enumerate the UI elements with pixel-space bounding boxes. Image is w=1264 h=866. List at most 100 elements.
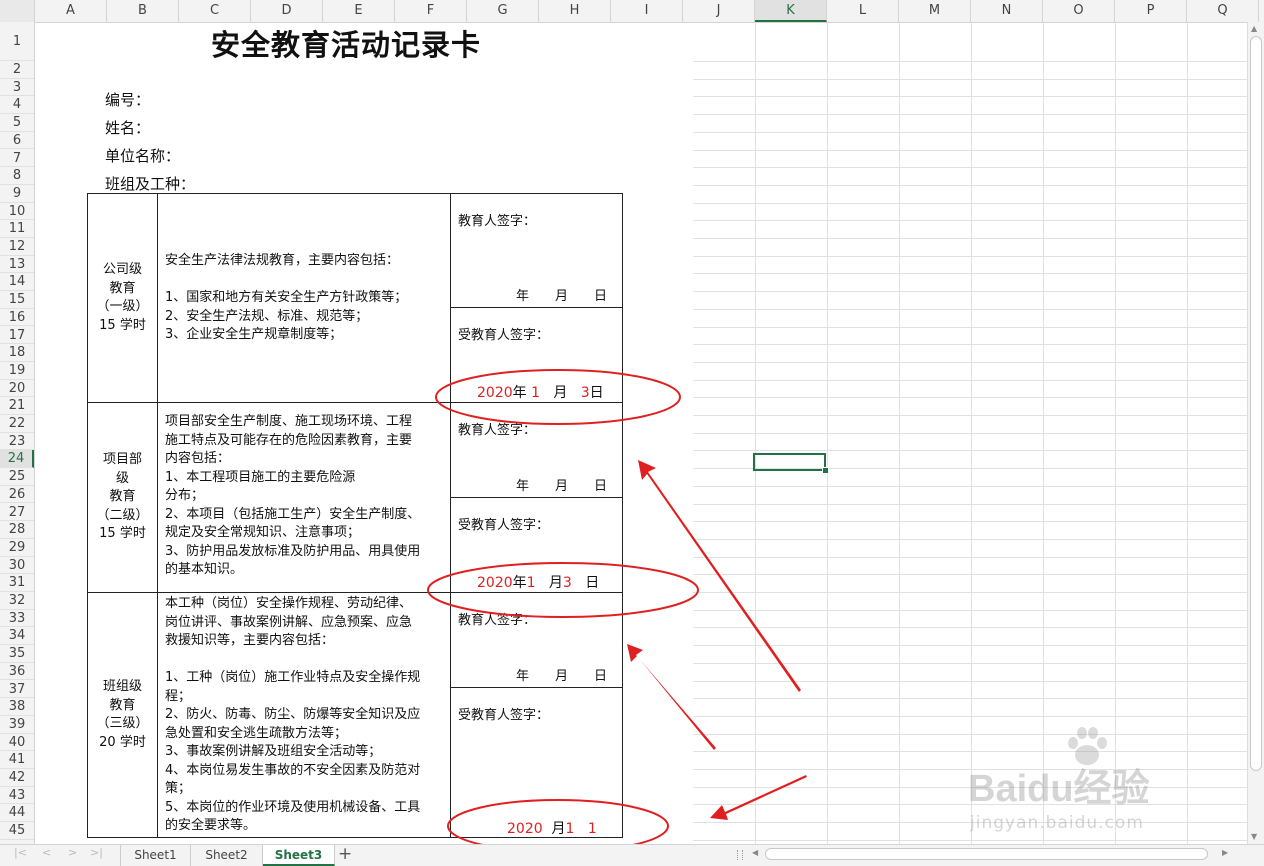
row-header-10[interactable]: 10 — [0, 203, 34, 221]
horizontal-scroll-thumb[interactable] — [765, 848, 1208, 860]
row-header-21[interactable]: 21 — [0, 397, 34, 415]
column-header-g[interactable]: G — [467, 0, 539, 22]
sheet-tab-sheet1[interactable]: Sheet1 — [120, 845, 191, 866]
row-header-24[interactable]: 24 — [0, 450, 34, 469]
row-header-27[interactable]: 27 — [0, 504, 34, 522]
hscroll-left-icon[interactable]: ◀ — [752, 848, 758, 857]
column-header-n[interactable]: N — [971, 0, 1043, 22]
column-header-e[interactable]: E — [323, 0, 395, 22]
column-header-k[interactable]: K — [755, 0, 827, 22]
gridline-horizontal — [693, 662, 1249, 664]
row-header-4[interactable]: 4 — [0, 96, 34, 115]
row-header-9[interactable]: 9 — [0, 185, 34, 203]
level-line: 15 学时 — [99, 526, 146, 541]
scroll-up-icon[interactable]: ▲ — [1251, 24, 1257, 33]
row-header-44[interactable]: 44 — [0, 804, 34, 823]
vertical-scroll-thumb[interactable] — [1250, 36, 1262, 771]
gridline-horizontal — [693, 538, 1249, 540]
row-header-14[interactable]: 14 — [0, 273, 34, 292]
row-header-6[interactable]: 6 — [0, 132, 34, 150]
content-line — [165, 651, 420, 670]
row-header-17[interactable]: 17 — [0, 327, 34, 345]
row-header-43[interactable]: 43 — [0, 787, 34, 805]
row-header-1[interactable]: 1 — [0, 22, 34, 61]
column-header-i[interactable]: I — [611, 0, 683, 22]
gridline-horizontal — [693, 96, 1249, 98]
row-header-2[interactable]: 2 — [0, 61, 34, 79]
row-header-28[interactable]: 28 — [0, 521, 34, 539]
content-line: 1、工种（岗位）施工作业特点及安全操作规 — [165, 670, 421, 685]
scroll-down-icon[interactable]: ▼ — [1251, 832, 1257, 841]
column-header-c[interactable]: C — [179, 0, 251, 22]
row-header-41[interactable]: 41 — [0, 751, 34, 769]
first-sheet-icon[interactable]: |< — [14, 846, 27, 859]
row-header-36[interactable]: 36 — [0, 663, 34, 681]
row-header-7[interactable]: 7 — [0, 150, 34, 168]
row-header-16[interactable]: 16 — [0, 309, 34, 327]
last-sheet-icon[interactable]: >| — [90, 846, 103, 859]
row-header-33[interactable]: 33 — [0, 610, 34, 628]
row-header-3[interactable]: 3 — [0, 79, 34, 97]
row-header-8[interactable]: 8 — [0, 167, 34, 185]
column-header-a[interactable]: A — [35, 0, 107, 22]
row-header-37[interactable]: 37 — [0, 681, 34, 699]
row-header-40[interactable]: 40 — [0, 734, 34, 752]
column-header-l[interactable]: L — [827, 0, 899, 22]
row-header-32[interactable]: 32 — [0, 592, 34, 610]
row-header-13[interactable]: 13 — [0, 256, 34, 274]
content-line: 2、防火、防毒、防尘、防爆等安全知识及应 — [165, 707, 421, 722]
educator-label-1: 教育人签字： — [458, 214, 537, 229]
column-header-b[interactable]: B — [107, 0, 179, 22]
column-header-d[interactable]: D — [251, 0, 323, 22]
fill-handle[interactable] — [822, 467, 829, 474]
column-header-o[interactable]: O — [1043, 0, 1115, 22]
row-header-11[interactable]: 11 — [0, 220, 34, 238]
row-header-23[interactable]: 23 — [0, 433, 34, 451]
row-header-38[interactable]: 38 — [0, 698, 34, 716]
educator-date-2: 年 月 日 — [516, 479, 608, 494]
row-header-34[interactable]: 34 — [0, 627, 34, 646]
column-header-p[interactable]: P — [1115, 0, 1187, 22]
column-header-h[interactable]: H — [539, 0, 611, 22]
row-header-18[interactable]: 18 — [0, 344, 34, 362]
gridline-horizontal — [693, 715, 1249, 717]
row-header-31[interactable]: 31 — [0, 574, 34, 592]
sheet-tab-sheet3[interactable]: Sheet3 — [263, 845, 335, 866]
row-header-5[interactable]: 5 — [0, 114, 34, 132]
add-sheet-button[interactable]: + — [338, 844, 352, 864]
row-header-19[interactable]: 19 — [0, 362, 34, 380]
row-header-20[interactable]: 20 — [0, 380, 34, 398]
row-header-25[interactable]: 25 — [0, 468, 34, 486]
row-header-45[interactable]: 45 — [0, 822, 34, 840]
column-header-f[interactable]: F — [395, 0, 467, 22]
gridline-horizontal — [693, 273, 1249, 275]
column-header-m[interactable]: M — [899, 0, 971, 22]
row-header-42[interactable]: 42 — [0, 769, 34, 787]
active-cell[interactable] — [753, 453, 826, 471]
gridline-horizontal — [693, 432, 1249, 434]
content-2: 项目部安全生产制度、施工现场环境、工程 施工特点及可能存在的危险因素教育，主要 … — [165, 413, 420, 580]
tab-split-handle[interactable] — [737, 850, 743, 860]
trainee-date-2: 2020年1 月3 日 — [477, 574, 599, 593]
prev-sheet-icon[interactable]: < — [42, 846, 51, 859]
gridline-horizontal — [693, 167, 1249, 169]
content-line: 程； — [165, 688, 192, 704]
column-header-bar: ABCDEFGHIJKLMNOPQ — [0, 0, 1264, 23]
row-header-29[interactable]: 29 — [0, 539, 34, 557]
row-header-30[interactable]: 30 — [0, 557, 34, 575]
hscroll-right-icon[interactable]: ▶ — [1222, 848, 1228, 857]
row-header-15[interactable]: 15 — [0, 291, 34, 309]
content-1: 安全生产法律法规教育，主要内容包括： 1、国家和地方有关安全生产方针政策等； 2… — [165, 252, 407, 345]
sheet-tab-sheet2[interactable]: Sheet2 — [191, 845, 263, 866]
column-header-j[interactable]: J — [683, 0, 755, 22]
row-header-22[interactable]: 22 — [0, 415, 34, 433]
row-header-12[interactable]: 12 — [0, 238, 34, 256]
column-header-q[interactable]: Q — [1187, 0, 1259, 22]
row-header-39[interactable]: 39 — [0, 716, 34, 734]
select-all-corner[interactable] — [0, 0, 35, 22]
next-sheet-icon[interactable]: > — [68, 846, 77, 859]
gridline-horizontal — [693, 326, 1249, 328]
gridline-horizontal — [693, 184, 1249, 186]
row-header-26[interactable]: 26 — [0, 486, 34, 504]
row-header-35[interactable]: 35 — [0, 645, 34, 663]
